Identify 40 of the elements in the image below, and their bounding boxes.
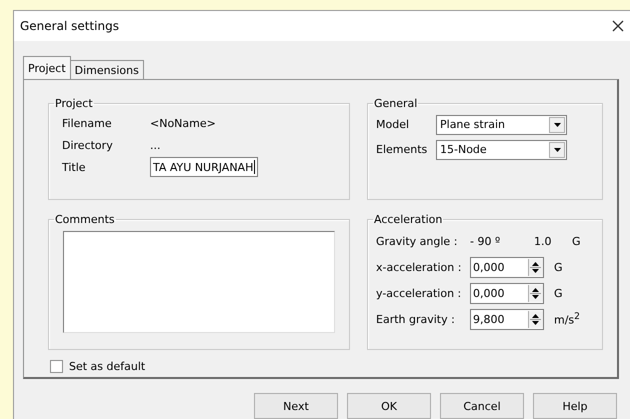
checkbox-label[interactable]: Set as default <box>69 360 146 373</box>
group-title: General <box>373 97 418 110</box>
angle-value: - 90 º <box>470 234 502 248</box>
field-label: Filename <box>61 116 113 130</box>
field-label: x-acceleration : <box>376 260 462 274</box>
field-label: Gravity angle : <box>376 234 458 248</box>
number-field[interactable]: 9,800 <box>470 308 544 330</box>
tab[interactable]: Dimensions <box>70 60 144 79</box>
unit-label: G <box>572 234 581 248</box>
close-icon[interactable] <box>612 20 624 32</box>
field-label: Title <box>61 160 87 174</box>
field-value: <NoName> <box>150 116 216 130</box>
dialog-button[interactable]: Cancel <box>440 393 524 419</box>
tab[interactable]: Project <box>23 56 71 79</box>
gravity-value: 1.0 <box>534 234 552 248</box>
field-label: Directory <box>61 138 114 152</box>
field-label: Earth gravity : <box>376 312 456 326</box>
dropdown[interactable]: 15-Node <box>436 140 567 160</box>
unit-label: G <box>554 286 563 300</box>
field-value: ... <box>150 138 160 152</box>
group-title: Acceleration <box>373 213 444 226</box>
title-input-field[interactable]: TA AYU NURJANAH <box>150 157 258 177</box>
dialog-button[interactable]: OK <box>347 393 431 419</box>
comments-field[interactable] <box>63 231 335 333</box>
dialog-button[interactable]: Next <box>254 393 338 419</box>
caret-icon <box>554 148 560 152</box>
dialog-button[interactable]: Help <box>533 393 617 419</box>
number-field[interactable]: 0,000 <box>470 256 544 278</box>
field-label: Model <box>376 118 410 131</box>
field-label: y-acceleration : <box>376 286 462 300</box>
unit-label: m/s$^{2}$ <box>554 311 580 327</box>
number-field[interactable]: 0,000 <box>470 282 544 304</box>
group-title: Comments <box>54 213 116 226</box>
checkbox[interactable] <box>50 360 63 373</box>
field-label: Elements <box>376 143 428 156</box>
dropdown[interactable]: Plane strain <box>436 114 567 134</box>
window-title: General settings <box>20 19 119 33</box>
group-title: Project <box>54 97 94 110</box>
unit-label: G <box>554 260 563 274</box>
caret-icon <box>554 122 560 126</box>
